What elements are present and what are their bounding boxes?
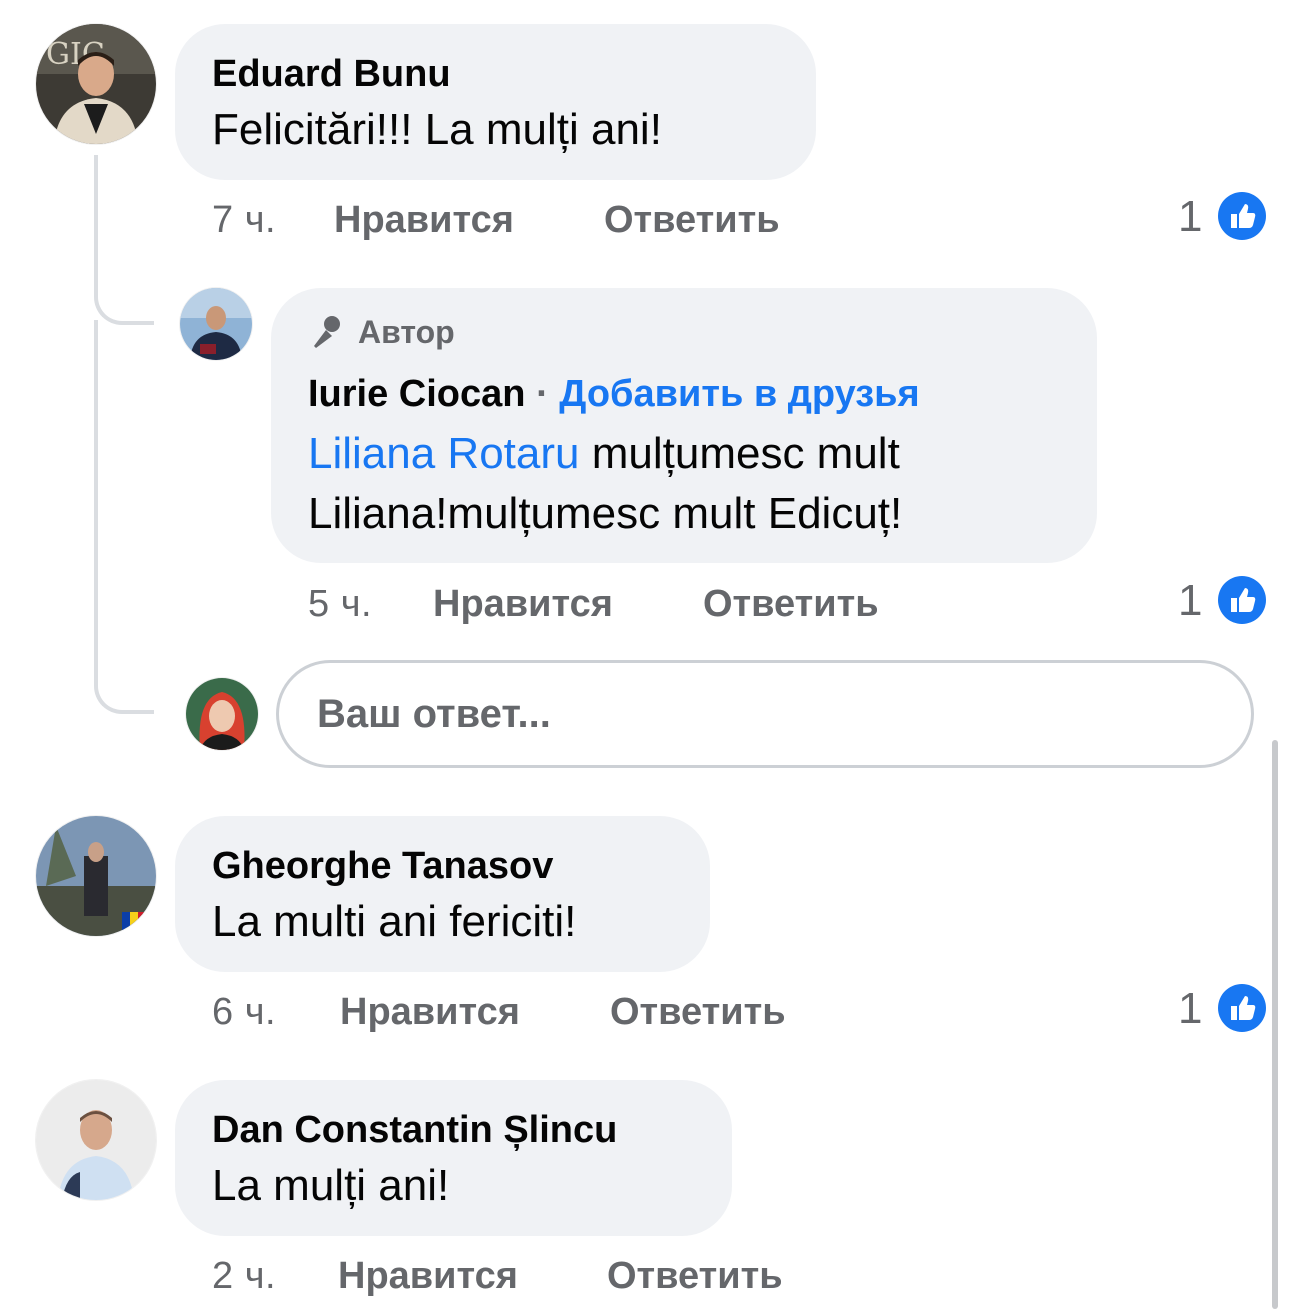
iurie-ciocan-avatar-icon — [180, 288, 252, 360]
comment-text: La multi ani fericiti! — [212, 897, 577, 946]
like-count[interactable]: 1 — [1178, 192, 1202, 242]
like-count[interactable]: 1 — [1178, 984, 1202, 1034]
avatar — [186, 678, 258, 750]
mention-link[interactable]: Liliana Rotaru — [308, 429, 580, 478]
reply-button[interactable]: Ответить — [610, 990, 786, 1034]
add-friend-link[interactable]: Добавить в друзья — [559, 373, 919, 415]
like-button[interactable]: Нравится — [338, 1254, 518, 1298]
avatar[interactable] — [36, 1080, 156, 1200]
reply-timestamp[interactable]: 5 ч. — [308, 582, 372, 626]
reply-text-part: mulțumesc mult — [579, 429, 900, 478]
like-reaction-icon[interactable] — [1218, 576, 1266, 624]
gheorghe-tanasov-avatar-icon — [36, 816, 156, 936]
reply-author-line: Iurie Ciocan · Добавить в друзья — [308, 372, 920, 416]
current-user-avatar-icon — [186, 678, 258, 750]
author-badge-label: Автор — [358, 313, 455, 350]
comment-author-name[interactable]: Gheorghe Tanasov — [212, 844, 553, 888]
microphone-icon — [314, 316, 340, 348]
like-reaction-icon[interactable] — [1218, 192, 1266, 240]
dan-constantin-slincu-avatar-icon — [36, 1080, 156, 1200]
reply-button[interactable]: Ответить — [703, 582, 879, 626]
reply-author-name[interactable]: Iurie Ciocan — [308, 373, 526, 415]
comment-text: La mulți ani! — [212, 1161, 450, 1210]
comment-timestamp[interactable]: 7 ч. — [212, 198, 276, 242]
reply-text-line-1: Liliana Rotaru mulțumesc mult — [308, 424, 900, 484]
reply-input[interactable] — [315, 663, 1215, 765]
reply-text-line-2: Liliana!mulțumesc mult Edicuț! — [308, 489, 903, 538]
comment-author-name[interactable]: Dan Constantin Șlincu — [212, 1108, 617, 1152]
reply-button[interactable]: Ответить — [607, 1254, 783, 1298]
eduard-bunu-avatar-icon: GIC — [36, 24, 156, 144]
like-count[interactable]: 1 — [1178, 576, 1202, 626]
avatar[interactable] — [180, 288, 252, 360]
avatar[interactable]: GIC — [36, 24, 156, 144]
reply-button[interactable]: Ответить — [604, 198, 780, 242]
thread-connector-reply — [94, 250, 154, 325]
like-button[interactable]: Нравится — [340, 990, 520, 1034]
like-button[interactable]: Нравится — [433, 582, 613, 626]
like-button[interactable]: Нравится — [334, 198, 514, 242]
thread-connector-input — [94, 630, 154, 714]
reply-input-box[interactable] — [276, 660, 1254, 768]
comment-timestamp[interactable]: 2 ч. — [212, 1254, 276, 1298]
author-badge: Автор — [308, 312, 455, 352]
thread-line — [94, 320, 98, 640]
avatar[interactable] — [36, 816, 156, 936]
comment-timestamp[interactable]: 6 ч. — [212, 990, 276, 1034]
scrollbar[interactable] — [1272, 740, 1278, 1309]
comment-text: Felicitări!!! La mulți ani! — [212, 105, 662, 154]
like-reaction-icon[interactable] — [1218, 984, 1266, 1032]
separator-dot: · — [536, 373, 549, 415]
comment-author-name[interactable]: Eduard Bunu — [212, 52, 451, 96]
